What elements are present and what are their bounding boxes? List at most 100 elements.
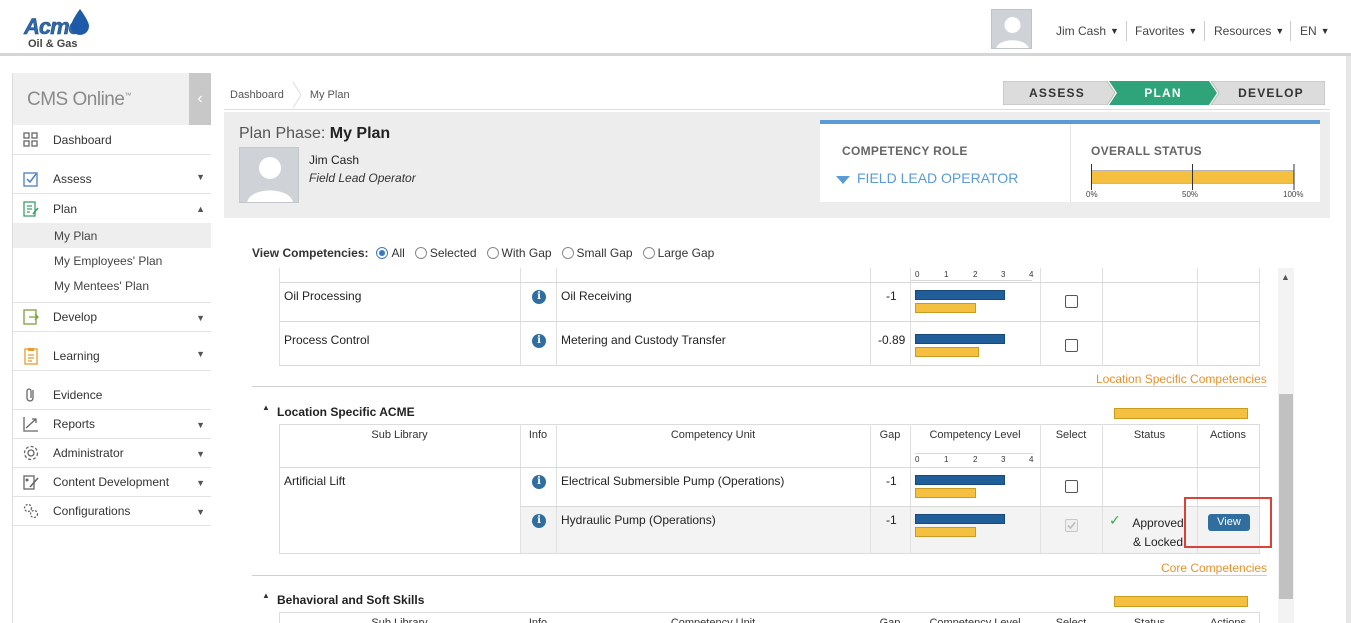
radio-dot[interactable] xyxy=(561,247,574,259)
user-menu-label: Jim Cash xyxy=(1056,24,1107,38)
column-divider xyxy=(1040,507,1041,553)
competency-role-dropdown[interactable]: FIELD LEAD OPERATOR xyxy=(836,170,1018,186)
breadcrumb-separator-icon xyxy=(292,82,302,108)
core-competencies-link[interactable]: Core Competencies xyxy=(1161,561,1267,575)
header-select: Select xyxy=(1055,429,1087,441)
select-checkbox[interactable] xyxy=(1065,295,1078,308)
sidebar-item-learning[interactable]: Learning ▼ xyxy=(13,332,211,371)
header-gap[interactable]: Gap xyxy=(870,617,910,623)
scale-tick: 0 xyxy=(915,270,920,279)
location-specific-competencies-link[interactable]: Location Specific Competencies xyxy=(1096,372,1267,386)
sidebar-collapse-button[interactable]: ‹ xyxy=(189,73,211,125)
info-icon[interactable]: i xyxy=(532,514,546,528)
collapse-triangle-icon[interactable]: ▲ xyxy=(262,403,270,412)
phase-name: My Plan xyxy=(329,125,391,142)
sidebar-item-label: Reports xyxy=(53,417,96,431)
sidebar-item-assess[interactable]: Assess ▼ xyxy=(13,155,211,194)
competency-list[interactable]: 0 1 2 3 4 Oil Processing i Oil Receiving… xyxy=(224,268,1294,623)
sidebar-item-develop[interactable]: Develop ▼ xyxy=(13,303,211,332)
info-icon[interactable]: i xyxy=(532,334,546,348)
section-divider xyxy=(252,575,1267,576)
language-menu[interactable]: EN ▼ xyxy=(1300,24,1330,38)
section-title: Location Specific ACME xyxy=(277,405,415,419)
radio-small-gap[interactable]: Small Gap xyxy=(561,246,633,260)
radio-dot[interactable] xyxy=(486,247,499,259)
scrollbar[interactable]: ▲ xyxy=(1278,268,1294,623)
header-competency-unit[interactable]: Competency Unit xyxy=(556,429,870,441)
chevron-down-icon: ▼ xyxy=(196,349,205,359)
header-gap[interactable]: Gap xyxy=(870,429,910,441)
chevron-down-icon: ▼ xyxy=(1320,26,1330,36)
gap-cell: -1 xyxy=(886,289,897,303)
trademark: ™ xyxy=(124,92,131,100)
tick-50: 50% xyxy=(1182,190,1199,199)
sidebar-item-plan[interactable]: Plan ▲ xyxy=(13,194,211,223)
radio-label: All xyxy=(391,246,405,260)
section-progress-bar xyxy=(1114,596,1248,607)
sidebar-subitem-my-plan[interactable]: My Plan xyxy=(13,223,211,248)
page-scrollbar[interactable] xyxy=(1346,56,1351,623)
radio-all[interactable]: All xyxy=(376,246,405,260)
competency-unit-cell: Electrical Submersible Pump (Operations) xyxy=(561,474,785,488)
radio-dot[interactable] xyxy=(376,247,389,259)
header-competency-unit[interactable]: Competency Unit xyxy=(556,617,870,623)
select-checkbox[interactable] xyxy=(1065,480,1078,493)
sidebar-item-evidence[interactable]: Evidence xyxy=(13,371,211,410)
gap-cell: -1 xyxy=(886,474,897,488)
phase-step-develop[interactable]: DEVELOP xyxy=(1218,81,1324,105)
acme-logo[interactable]: Acme Oil & Gas xyxy=(22,8,94,52)
chevron-up-icon: ▲ xyxy=(196,204,205,214)
sidebar-subitem-mentees-plan[interactable]: My Mentees' Plan xyxy=(13,273,211,298)
favorites-menu[interactable]: Favorites ▼ xyxy=(1135,24,1197,38)
sidebar-item-label: Content Development xyxy=(53,475,170,489)
tick-0: 0% xyxy=(1086,190,1098,199)
header-sub-library[interactable]: Sub Library xyxy=(279,429,520,441)
row-divider xyxy=(279,321,1260,322)
view-competencies-filter: View Competencies: All Selected With Gap… xyxy=(252,246,724,260)
breadcrumb-dashboard[interactable]: Dashboard xyxy=(230,89,284,101)
sidebar-item-content-development[interactable]: Content Development ▼ xyxy=(13,468,211,497)
gap-cell: -1 xyxy=(886,513,897,527)
sidebar-subitem-employees-plan[interactable]: My Employees' Plan xyxy=(13,248,211,273)
resources-menu[interactable]: Resources ▼ xyxy=(1214,24,1284,38)
phase-step-assess[interactable]: ASSESS xyxy=(1003,81,1111,105)
section-title: Behavioral and Soft Skills xyxy=(277,593,425,607)
caret-down-icon xyxy=(836,176,850,184)
sidebar-item-reports[interactable]: Reports ▼ xyxy=(13,410,211,439)
sidebar-item-administrator[interactable]: Administrator ▼ xyxy=(13,439,211,468)
radio-with-gap[interactable]: With Gap xyxy=(486,246,552,260)
radio-selected[interactable]: Selected xyxy=(414,246,477,260)
radio-dot[interactable] xyxy=(414,247,427,259)
info-icon[interactable]: i xyxy=(532,290,546,304)
gap-cell: -0.89 xyxy=(878,333,906,347)
radio-label: Selected xyxy=(429,246,477,260)
user-menu[interactable]: Jim Cash ▼ xyxy=(1056,24,1119,38)
header-sub-library[interactable]: Sub Library xyxy=(279,617,520,623)
current-level-bar xyxy=(915,334,1005,344)
user-avatar[interactable] xyxy=(991,9,1032,49)
sidebar-item-label: Configurations xyxy=(53,504,131,518)
chevron-down-icon: ▼ xyxy=(196,313,205,323)
header-status: Status xyxy=(1133,429,1166,441)
sub-library-cell: Oil Processing xyxy=(284,289,362,303)
sidebar-item-label: Evidence xyxy=(53,387,103,402)
scrollbar-thumb[interactable] xyxy=(1279,394,1293,599)
phase-step-plan[interactable]: PLAN xyxy=(1113,81,1213,105)
info-icon[interactable]: i xyxy=(532,475,546,489)
radio-large-gap[interactable]: Large Gap xyxy=(642,246,714,260)
radio-dot[interactable] xyxy=(642,247,655,259)
sidebar-item-dashboard[interactable]: Dashboard xyxy=(13,125,211,155)
competency-role-value: FIELD LEAD OPERATOR xyxy=(857,170,1019,186)
gear-icon xyxy=(23,445,39,461)
page-title: Plan Phase: My Plan xyxy=(239,125,390,143)
user-photo xyxy=(239,147,299,203)
select-checkbox[interactable] xyxy=(1065,339,1078,352)
sidebar-item-configurations[interactable]: Configurations ▼ xyxy=(13,497,211,526)
collapse-triangle-icon[interactable]: ▲ xyxy=(262,591,270,600)
row-divider xyxy=(279,282,1260,283)
header-select: Select xyxy=(1055,617,1087,623)
header-actions: Actions xyxy=(1209,617,1247,623)
scroll-up-icon[interactable]: ▲ xyxy=(1281,272,1290,282)
paperclip-icon xyxy=(26,387,34,402)
sidebar-item-label: Dashboard xyxy=(53,132,112,147)
